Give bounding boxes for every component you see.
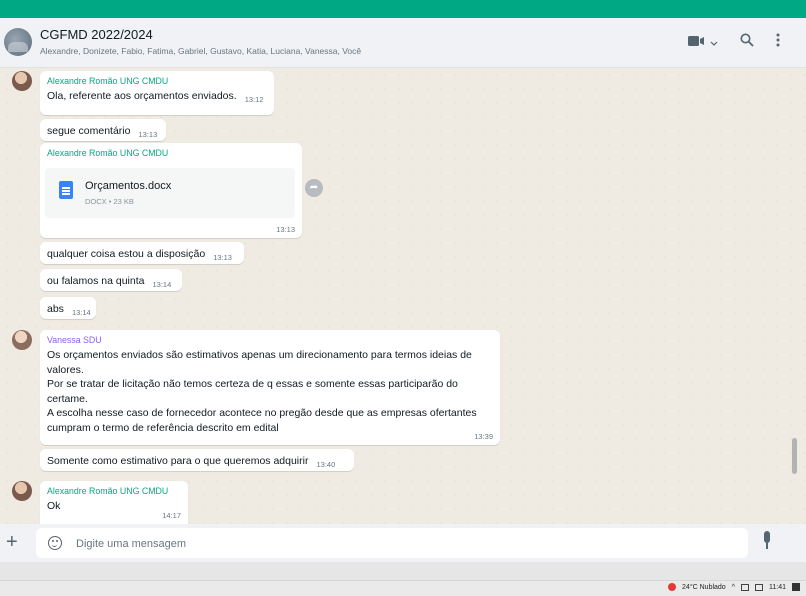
app-top-strip — [0, 0, 806, 18]
group-members[interactable]: Alexandre, Donizete, Fabio, Fatima, Gabr… — [40, 46, 361, 56]
message-text-line: valores. — [47, 363, 84, 376]
message-time: 13:13 — [213, 253, 232, 262]
message-composer: + — [0, 524, 806, 562]
message-time: 13:14 — [152, 280, 172, 289]
search-icon[interactable] — [740, 32, 754, 52]
message-text: abs — [47, 303, 64, 315]
file-message-bubble[interactable]: Alexandre Romão UNG CMDU Orçamentos.docx… — [40, 143, 302, 238]
message-text: Ok — [47, 500, 61, 512]
document-icon — [59, 181, 73, 199]
message-bubble[interactable]: abs 13:14 — [40, 297, 96, 319]
message-sender[interactable]: Vanessa SDU — [47, 335, 493, 345]
message-text: Ola, referente aos orçamentos enviados. — [47, 90, 237, 102]
group-title[interactable]: CGFMD 2022/2024 — [40, 27, 153, 42]
message-text-line: Os orçamentos enviados são estimativos a… — [47, 349, 472, 361]
message-text: ou falamos na quinta — [47, 275, 145, 287]
group-avatar[interactable] — [4, 28, 32, 56]
message-text-line: A escolha nesse caso de fornecedor acont… — [47, 407, 477, 419]
message-text-line: cumpram o termo de referência descrito e… — [47, 421, 279, 434]
message-time: 13:39 — [474, 432, 493, 441]
message-text: Somente como estimativo para o que quere… — [47, 455, 309, 467]
message-bubble[interactable]: ou falamos na quinta 13:14 — [40, 269, 182, 291]
message-input-box[interactable] — [36, 528, 748, 560]
message-sender[interactable]: Alexandre Romão UNG CMDU — [47, 76, 267, 86]
message-time: 14:17 — [162, 511, 181, 520]
message-bubble[interactable]: segue comentário 13:13 — [40, 119, 166, 141]
message-time: 13:14 — [71, 308, 91, 317]
window-bottom-gap — [0, 562, 806, 580]
emoji-icon[interactable] — [48, 536, 62, 550]
network-icon[interactable] — [741, 583, 749, 591]
sender-avatar[interactable] — [12, 330, 32, 350]
notification-icon[interactable] — [792, 583, 800, 591]
message-time: 13:40 — [316, 460, 336, 469]
display-icon[interactable] — [755, 583, 763, 591]
message-bubble[interactable]: qualquer coisa estou a disposição 13:13 — [40, 242, 244, 264]
message-bubble[interactable]: Alexandre Romão UNG CMDU Ola, referente … — [40, 71, 274, 115]
weather-icon[interactable] — [668, 583, 677, 591]
message-bubble[interactable]: Somente como estimativo para o que quere… — [40, 449, 354, 471]
os-taskbar: 24°C Nublado ^ 11:41 — [0, 580, 806, 596]
message-text: qualquer coisa estou a disposição — [47, 248, 206, 260]
chat-scrollbar[interactable] — [792, 438, 797, 474]
message-sender[interactable]: Alexandre Romão UNG CMDU — [47, 148, 295, 158]
message-bubble[interactable]: Alexandre Romão UNG CMDU Ok 14:17 — [40, 481, 188, 524]
message-text-line: Por se tratar de licitação não temos cer… — [47, 378, 458, 390]
mic-icon[interactable] — [762, 531, 772, 553]
forward-icon[interactable]: ➦ — [305, 179, 323, 197]
message-text-line: certame. — [47, 392, 88, 405]
message-text: segue comentário — [47, 125, 131, 137]
sender-avatar[interactable] — [12, 481, 32, 501]
menu-icon[interactable] — [776, 32, 780, 52]
message-time: 13:13 — [138, 130, 158, 139]
chat-area[interactable]: Alexandre Romão UNG CMDU Ola, referente … — [0, 68, 806, 524]
sender-avatar[interactable] — [12, 71, 32, 91]
message-time: 13:13 — [276, 225, 295, 234]
chat-header[interactable]: CGFMD 2022/2024 Alexandre, Donizete, Fab… — [0, 18, 806, 68]
message-time: 13:12 — [244, 95, 264, 104]
plus-icon[interactable]: + — [6, 532, 18, 552]
message-input[interactable] — [74, 528, 718, 560]
document-meta: DOCX • 23 KB — [85, 197, 134, 206]
weather-text[interactable]: 24°C Nublado — [682, 584, 726, 591]
chevron-down-icon[interactable] — [710, 41, 718, 47]
tray-chevron-icon[interactable]: ^ — [732, 584, 735, 591]
document-name: Orçamentos.docx — [85, 180, 172, 192]
message-sender[interactable]: Alexandre Romão UNG CMDU — [47, 486, 181, 496]
document-attachment[interactable]: Orçamentos.docx DOCX • 23 KB — [45, 168, 295, 218]
message-bubble[interactable]: Vanessa SDU Os orçamentos enviados são e… — [40, 330, 500, 445]
video-call-icon[interactable] — [688, 32, 718, 52]
clock-text[interactable]: 11:41 — [769, 584, 786, 591]
